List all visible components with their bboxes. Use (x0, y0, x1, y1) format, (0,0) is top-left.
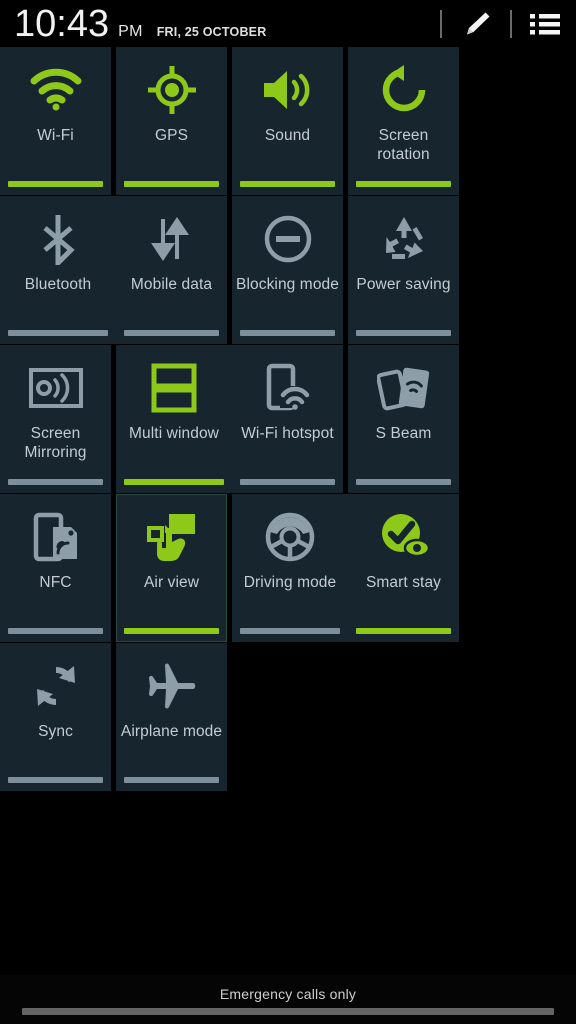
toggle-grid: Wi-Fi GPS Sound Screen rotation Bluetoot… (0, 47, 576, 792)
toggle-label: Airplane mode (120, 723, 223, 740)
multi-window-icon (150, 352, 198, 424)
toggle-label: Wi-Fi hotspot (241, 425, 334, 442)
toggle-air-view[interactable]: Air view (116, 494, 227, 642)
toggle-state-bar (124, 479, 224, 485)
toggle-label: Power saving (356, 276, 451, 293)
sound-icon (260, 54, 316, 126)
toggle-label: Screen rotation (377, 127, 430, 163)
wifi-icon (28, 54, 84, 126)
toggle-state-bar (8, 628, 103, 634)
smart-stay-icon (377, 501, 431, 573)
toggle-sound[interactable]: Sound (232, 47, 343, 195)
driving-mode-icon (263, 501, 317, 573)
toggle-label: Sound (264, 127, 311, 144)
air-view-icon (145, 501, 199, 573)
pencil-icon[interactable] (458, 8, 494, 40)
toggle-airplane-mode[interactable]: Airplane mode (116, 643, 227, 791)
toggle-state-bar (356, 628, 451, 634)
toggle-blocking-mode[interactable]: Blocking mode (232, 196, 343, 344)
toggle-sync[interactable]: Sync (0, 643, 111, 791)
mobile-data-icon (146, 203, 198, 275)
airplane-icon (145, 650, 199, 722)
toggle-label: Smart stay (365, 574, 442, 591)
toggle-power-saving[interactable]: Power saving (348, 196, 459, 344)
clock-date: FRI, 25 OCTOBER (156, 24, 267, 39)
toggle-state-bar (240, 628, 340, 634)
recycle-icon (378, 203, 430, 275)
toggle-state-bar (124, 628, 219, 634)
toggle-state-bar (240, 181, 335, 187)
toggle-label: S Beam (375, 425, 432, 442)
toggle-label: Driving mode (243, 574, 337, 591)
status-bar-actions (424, 0, 562, 47)
toggle-smart-stay[interactable]: Smart stay (348, 494, 459, 642)
quick-settings-panel: 10:43 PM FRI, 25 OCTOBER Wi-Fi GPS Sound… (0, 0, 576, 1024)
divider (510, 9, 512, 38)
toggle-state-bar (240, 330, 335, 336)
toggle-label: Bluetooth (24, 276, 92, 293)
clock: 10:43 PM FRI, 25 OCTOBER (14, 5, 266, 43)
nfc-icon (31, 501, 81, 573)
bluetooth-icon (36, 203, 80, 275)
toggle-gps[interactable]: GPS (116, 47, 227, 195)
notification-bottom-bar: Emergency calls only (0, 975, 576, 1024)
wifi-hotspot-icon (262, 352, 314, 424)
blocking-mode-icon (262, 203, 314, 275)
gps-icon (146, 54, 198, 126)
toggle-multi-window[interactable]: Multi window (116, 345, 232, 493)
list-icon[interactable] (528, 10, 562, 38)
toggle-state-bar (8, 479, 103, 485)
toggle-nfc[interactable]: NFC (0, 494, 111, 642)
toggle-state-bar (356, 330, 451, 336)
toggle-wifi[interactable]: Wi-Fi (0, 47, 111, 195)
panel-drag-handle[interactable] (22, 1008, 554, 1015)
toggle-state-bar (8, 777, 103, 783)
divider (440, 9, 442, 38)
toggle-state-bar (124, 181, 219, 187)
toggle-driving-mode[interactable]: Driving mode (232, 494, 348, 642)
screen-mirroring-icon (28, 352, 84, 424)
toggle-wifi-hotspot[interactable]: Wi-Fi hotspot (232, 345, 343, 493)
toggle-screen-rotation[interactable]: Screen rotation (348, 47, 459, 195)
sync-icon (30, 650, 82, 722)
toggle-label: Air view (143, 574, 200, 591)
toggle-label: Multi window (129, 425, 219, 442)
toggle-state-bar (356, 181, 451, 187)
toggle-label: Wi-Fi (37, 127, 74, 144)
toggle-label: GPS (154, 127, 189, 144)
toggle-state-bar (124, 330, 219, 336)
carrier-status-text: Emergency calls only (219, 986, 357, 1002)
toggle-screen-mirroring[interactable]: Screen Mirroring (0, 345, 111, 493)
toggle-state-bar (240, 479, 335, 485)
toggle-bluetooth[interactable]: Bluetooth (0, 196, 116, 344)
toggle-label: NFC (39, 574, 72, 591)
toggle-label: Mobile data (130, 276, 213, 293)
status-bar: 10:43 PM FRI, 25 OCTOBER (0, 0, 576, 47)
toggle-label: Sync (38, 723, 73, 740)
toggle-state-bar (8, 330, 108, 336)
s-beam-icon (376, 352, 431, 424)
toggle-label: Blocking mode (236, 276, 339, 293)
toggle-state-bar (356, 479, 451, 485)
screen-rotation-icon (378, 54, 430, 126)
clock-time: 10:43 (14, 2, 110, 45)
toggle-mobile-data[interactable]: Mobile data (116, 196, 227, 344)
toggle-s-beam[interactable]: S Beam (348, 345, 459, 493)
toggle-state-bar (124, 777, 219, 783)
toggle-label: Screen Mirroring (24, 425, 87, 461)
clock-ampm: PM (118, 22, 143, 40)
toggle-state-bar (8, 181, 103, 187)
